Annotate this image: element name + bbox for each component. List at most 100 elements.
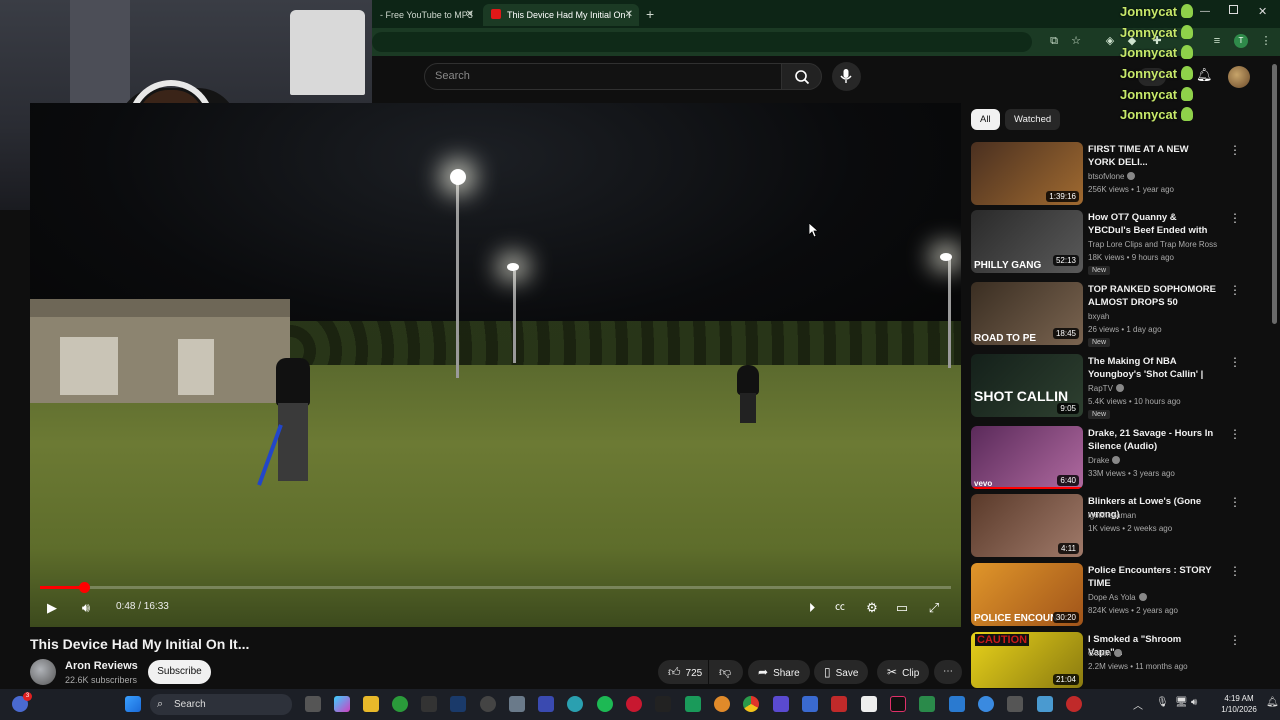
app-icon[interactable] [978,696,994,712]
windows-start-icon[interactable] [125,696,141,712]
clip-button[interactable]: ✂ Clip [877,660,930,684]
spotify-icon[interactable] [597,696,613,712]
video-thumbnail[interactable]: vevo 6:40 [971,426,1083,489]
video-thumbnail[interactable]: CAUTION 21:04 [971,632,1083,688]
more-options-icon[interactable]: ⋮ [1229,212,1241,226]
copilot-icon[interactable] [334,696,350,712]
app-icon[interactable] [949,696,965,712]
dislike-button[interactable]: 👎︎ [709,660,743,684]
steam-icon[interactable] [450,696,466,712]
tab-current-video[interactable]: This Device Had My Initial On I ✕ [483,4,639,26]
scrollbar-thumb[interactable] [1272,64,1277,324]
video-thumbnail[interactable]: 4:11 [971,494,1083,557]
channel-name[interactable]: Aron Reviews [65,660,138,672]
app-icon[interactable] [714,696,730,712]
extension-icon[interactable]: ◈ [1103,34,1117,48]
video-player[interactable]: ▶ 🔊︎ 0:48 / 16:33 ⏵ ㏄ ⚙ ▭ ⤢ [30,103,961,627]
media-controls-icon[interactable]: ≡ [1210,34,1224,48]
app-icon[interactable] [1037,696,1053,712]
profile-avatar-icon[interactable]: T [1234,34,1248,48]
address-bar[interactable] [372,32,1032,52]
recommendation-title[interactable]: How OT7 Quanny & YBCDul's Beef Ended wit… [1088,211,1218,238]
recommendation-item[interactable]: SHOT CALLIN 9:05 The Making Of NBA Young… [971,354,1251,420]
recommendation-item[interactable]: POLICE ENCOUN 30:20 Police Encounters : … [971,563,1251,629]
progress-scrubber[interactable] [79,582,90,593]
taskbar-clock[interactable]: 4:19 AM 1/10/2026 [1214,693,1264,715]
install-app-icon[interactable]: ⧉ [1047,34,1061,48]
recommendation-item[interactable]: CAUTION 21:04 I Smoked a "Shroom Vape"..… [971,632,1251,688]
volume-tray-icon[interactable]: 🔊︎ [1191,697,1197,708]
subscribe-button[interactable]: Subscribe [148,660,211,684]
miniplayer-icon[interactable]: ▭ [892,598,912,618]
tiktok-icon[interactable] [890,696,906,712]
app-icon[interactable] [480,696,496,712]
tab-youtube-mp3[interactable]: - Free YouTube to MP3 ✕ [372,4,480,26]
search-input[interactable]: Search [424,63,782,90]
account-avatar[interactable] [1228,66,1250,88]
show-hidden-icons-chevron-icon[interactable]: ︿ [1133,697,1143,712]
share-button[interactable]: ➦ Share [748,660,810,684]
more-actions-button[interactable]: ⋯ [934,660,962,684]
settings-gear-icon[interactable]: ⚙ [862,598,882,618]
volume-icon[interactable]: 🔊︎ [76,598,96,618]
channel-avatar[interactable] [30,659,56,685]
voice-search-button[interactable] [832,62,861,91]
play-icon[interactable]: ▶ [42,598,62,618]
video-thumbnail[interactable]: 1:39:16 [971,142,1083,205]
new-tab-plus-icon[interactable]: + [646,6,654,22]
browser-icon[interactable] [567,696,583,712]
recommendation-item[interactable]: 1:39:16 FIRST TIME AT A NEW YORK DELI...… [971,142,1251,208]
task-view-icon[interactable] [305,696,321,712]
taskbar-search-box[interactable]: ⌕ Search [150,694,292,715]
browser-menu-icon[interactable]: ⋮ [1259,34,1273,48]
recommendation-title[interactable]: Police Encounters : STORY TIME [1088,564,1218,590]
app-icon[interactable] [1007,696,1023,712]
app-icon[interactable] [802,696,818,712]
recommendation-item[interactable]: vevo 6:40 Drake, 21 Savage - Hours In Si… [971,426,1251,492]
xbox-icon[interactable] [392,696,408,712]
recommendation-item[interactable]: PHILLY GANG 52:13 How OT7 Quanny & YBCDu… [971,210,1251,276]
recommendation-item[interactable]: ROAD TO PE 18:45 TOP RANKED SOPHOMORE AL… [971,282,1251,348]
captions-icon[interactable]: ㏄ [830,598,850,618]
app-icon[interactable] [861,696,877,712]
opera-icon[interactable] [626,696,642,712]
app-icon[interactable] [773,696,789,712]
app-icon[interactable] [655,696,671,712]
network-icon[interactable]: 🖥︎ [1175,697,1188,708]
video-thumbnail[interactable]: ROAD TO PE 18:45 [971,282,1083,345]
more-options-icon[interactable]: ⋮ [1229,428,1241,442]
app-icon[interactable] [919,696,935,712]
more-options-icon[interactable]: ⋮ [1229,496,1241,510]
app-icon[interactable] [538,696,554,712]
restore-icon[interactable] [1229,5,1238,14]
video-thumbnail[interactable]: POLICE ENCOUN 30:20 [971,563,1083,626]
epic-games-icon[interactable] [421,696,437,712]
recommendation-title[interactable]: The Making Of NBA Youngboy's 'Shot Calli… [1088,355,1218,382]
recommendation-title[interactable]: TOP RANKED SOPHOMORE ALMOST DROPS 50 AGA… [1088,283,1218,310]
file-explorer-icon[interactable] [363,696,379,712]
save-button[interactable]: ▯ Save [814,660,869,684]
recommendation-item[interactable]: 4:11 Blinkers at Lowe's (Gone wrong) lgo… [971,494,1251,560]
autoplay-toggle-icon[interactable]: ⏵ [798,598,826,618]
search-button[interactable] [781,63,822,90]
recommendation-title[interactable]: Drake, 21 Savage - Hours In Silence (Aud… [1088,427,1218,453]
settings-icon[interactable] [509,696,525,712]
notifications-bell-icon[interactable]: 🔔︎ [1266,697,1279,708]
chip-all[interactable]: All [971,109,1000,130]
fullscreen-icon[interactable]: ⤢ [924,598,944,618]
recommendation-title[interactable]: FIRST TIME AT A NEW YORK DELI... [1088,143,1218,169]
more-options-icon[interactable]: ⋮ [1229,634,1241,648]
video-thumbnail[interactable]: PHILLY GANG 52:13 [971,210,1083,273]
chip-watched[interactable]: Watched [1005,109,1061,130]
close-icon[interactable]: ✕ [625,4,633,26]
more-options-icon[interactable]: ⋮ [1229,356,1241,370]
video-thumbnail[interactable]: SHOT CALLIN 9:05 [971,354,1083,417]
more-options-icon[interactable]: ⋮ [1229,565,1241,579]
app-icon[interactable] [831,696,847,712]
more-options-icon[interactable]: ⋮ [1229,284,1241,298]
like-button[interactable]: 👍︎ 725 [658,660,708,684]
app-icon[interactable] [1066,696,1082,712]
close-icon[interactable]: ✕ [466,4,474,26]
bookmark-star-icon[interactable]: ☆ [1069,34,1083,48]
progress-bar[interactable] [40,582,951,593]
